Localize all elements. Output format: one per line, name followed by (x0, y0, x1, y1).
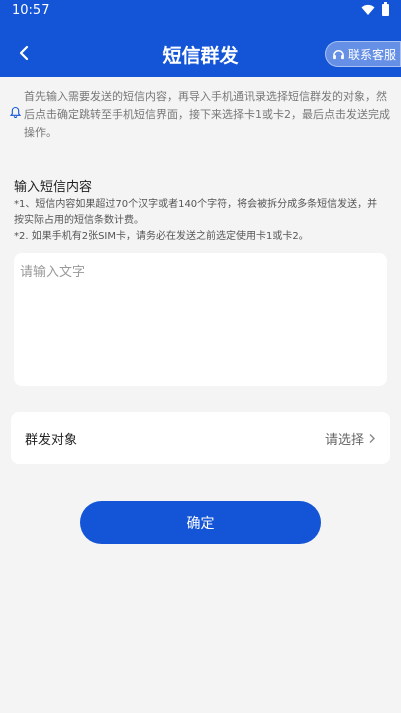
target-selector[interactable]: 群发对象 请选择 (11, 412, 390, 464)
wifi-icon (361, 4, 375, 15)
status-bar: 10:57 (0, 0, 401, 22)
contact-service-label: 联系客服 (348, 47, 397, 62)
message-input[interactable] (14, 253, 387, 386)
hint-1: *1、短信内容如果超过70个汉字或者140个字符，将会被拆分成多条短信发送，并按… (14, 199, 378, 226)
target-label: 群发对象 (25, 432, 78, 448)
top-bar: 10:57 短信群发 联系客服 (0, 0, 401, 77)
message-box (14, 253, 387, 386)
status-icons (361, 2, 389, 16)
confirm-button[interactable]: 确定 (80, 501, 321, 544)
headset-icon (333, 49, 344, 59)
target-value: 请选择 (324, 432, 364, 448)
hint-2: *2. 如果手机有2张SIM卡，请务必在发送之前选定使用卡1或卡2。 (14, 231, 309, 242)
hint-text: *1、短信内容如果超过70个汉字或者140个字符，将会被拆分成多条短信发送，并按… (14, 197, 386, 245)
chevron-right-icon (369, 433, 375, 443)
contact-service-button[interactable]: 联系客服 (325, 41, 401, 67)
battery-icon (382, 2, 389, 16)
notice: 首先输入需要发送的短信内容，再导入手机通讯录选择短信群发的对象，然后点击确定跳转… (10, 88, 390, 142)
bell-icon (10, 106, 21, 118)
notice-text: 首先输入需要发送的短信内容，再导入手机通讯录选择短信群发的对象，然后点击确定跳转… (24, 90, 390, 139)
nav-bar: 短信群发 联系客服 (0, 30, 401, 77)
section-title: 输入短信内容 (14, 180, 93, 195)
status-time: 10:57 (12, 3, 50, 18)
